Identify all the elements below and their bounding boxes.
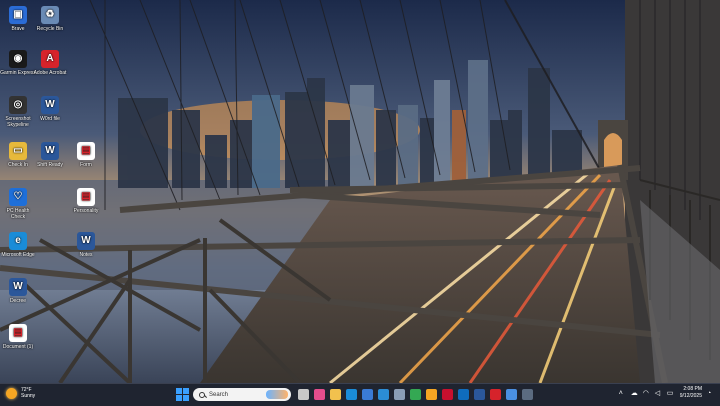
- desktop-wallpaper: [0, 0, 720, 383]
- desktop-icon[interactable]: W Notes: [68, 232, 104, 258]
- search-highlight-icon: [266, 390, 288, 399]
- acrobat-icon[interactable]: [490, 389, 501, 400]
- word-doc-icon: W: [77, 232, 95, 250]
- settings-icon[interactable]: [394, 389, 405, 400]
- battery-icon[interactable]: ▭: [667, 390, 674, 397]
- garmin-icon: ◉: [9, 50, 27, 68]
- word-doc-icon: W: [41, 142, 59, 160]
- acrobat-icon: A: [41, 50, 59, 68]
- desktop-icon[interactable]: ♻ Recycle Bin: [32, 6, 68, 32]
- desktop-icon-label: Adobe Acrobat: [33, 70, 67, 76]
- pdf-icon: ▤: [9, 324, 27, 342]
- desktop-icon-label: Recycle Bin: [36, 26, 64, 32]
- mail-icon[interactable]: [378, 389, 389, 400]
- desktop-icon[interactable]: ◉ Garmin Express: [0, 50, 36, 76]
- store-icon[interactable]: [362, 389, 373, 400]
- desktop-icon-label: Microsoft Edge: [1, 252, 35, 258]
- word-icon[interactable]: [474, 389, 485, 400]
- widgets-icon[interactable]: [314, 389, 325, 400]
- desktop-icon[interactable]: ◎ Screenshot Skypeline: [0, 96, 36, 128]
- search-icon: [199, 391, 205, 398]
- desktop-icon-label: Screenshot Skypeline: [5, 116, 31, 128]
- desktop-icon-label: Decree: [9, 298, 27, 304]
- brave-icon: ▣: [9, 6, 27, 24]
- word-doc-icon: W: [9, 278, 27, 296]
- desktop-icon-label: Brave: [11, 26, 25, 32]
- photos-icon[interactable]: [506, 389, 517, 400]
- desktop-icon-label: Notes: [79, 252, 93, 258]
- desktop-icon[interactable]: A Adobe Acrobat: [32, 50, 68, 76]
- desktop-icon[interactable]: ▤ Personality: [68, 188, 104, 214]
- desktop-icon[interactable]: ▣ Brave: [0, 6, 36, 32]
- weather-desc: Sunny: [21, 393, 36, 399]
- wifi-icon[interactable]: ◠: [643, 390, 650, 397]
- notification-bell-icon[interactable]: ◔: [707, 390, 714, 397]
- task-view-icon[interactable]: [298, 389, 309, 400]
- taskbar-search-box[interactable]: Search: [193, 388, 291, 401]
- desktop-icon[interactable]: ▤ Document (1): [0, 324, 36, 350]
- windows-logo-icon: [176, 388, 182, 394]
- folder-icon: ▭: [9, 142, 27, 160]
- taskbar: 72°F Sunny Search ˄ ☁ ◠ ◁ ▭ 2:08 PM 9/12…: [0, 383, 720, 406]
- desktop-icon[interactable]: ▭ Check In: [0, 142, 36, 168]
- pc-health-icon: ♡: [9, 188, 27, 206]
- desktop-icon-label: Garmin Express: [0, 70, 36, 76]
- edge-icon[interactable]: [346, 389, 357, 400]
- pdf-icon: ▤: [77, 188, 95, 206]
- desktop-icon[interactable]: W Decree: [0, 278, 36, 304]
- system-tray: ˄ ☁ ◠ ◁ ▭ 2:08 PM 9/12/2025 ◔: [614, 386, 714, 400]
- desktop-icon-label: Document (1): [2, 344, 34, 350]
- volume-icon[interactable]: ◁: [655, 390, 662, 397]
- desktop-icon[interactable]: ♡ PC Health Check: [0, 188, 36, 220]
- desktop-icon-label: Form: [80, 162, 92, 168]
- word-doc-icon: W: [41, 96, 59, 114]
- file-explorer-icon[interactable]: [330, 389, 341, 400]
- weather-widget[interactable]: 72°F Sunny: [6, 387, 35, 399]
- desktop-icon-label: PC Health Check: [6, 208, 30, 220]
- desktop-icon[interactable]: ▤ Form: [68, 142, 104, 168]
- desktop-icon-label: Check In: [8, 162, 28, 168]
- chrome-icon[interactable]: [410, 389, 421, 400]
- desktop-icon-label: Personality: [73, 208, 99, 214]
- sun-icon: [6, 387, 17, 399]
- desktop-icon[interactable]: W W0rd file: [32, 96, 68, 122]
- outlook-icon[interactable]: [458, 389, 469, 400]
- mcafee-icon[interactable]: [442, 389, 453, 400]
- search-placeholder: Search: [209, 391, 229, 398]
- clock-date: 9/12/2025: [679, 393, 702, 399]
- edge-icon: e: [9, 232, 27, 250]
- recycle-bin-icon: ♻: [41, 6, 59, 24]
- desktop-icon-label: Shift Ready: [37, 162, 63, 168]
- cloud-icon[interactable]: ☁: [631, 390, 638, 397]
- desktop-icon[interactable]: e Microsoft Edge: [0, 232, 36, 258]
- screenshot-icon: ◎: [9, 96, 27, 114]
- desktop-icon-label: W0rd file: [40, 116, 60, 122]
- pdf-icon: ▤: [77, 142, 95, 160]
- taskbar-clock[interactable]: 2:08 PM 9/12/2025: [680, 386, 702, 400]
- weather-app-icon[interactable]: [426, 389, 437, 400]
- start-button[interactable]: [176, 388, 189, 401]
- chevron-up-icon[interactable]: ˄: [619, 390, 626, 397]
- desktop-icon[interactable]: W Shift Ready: [32, 142, 68, 168]
- clock-time: 2:08 PM: [683, 386, 702, 392]
- calendar-icon[interactable]: [522, 389, 533, 400]
